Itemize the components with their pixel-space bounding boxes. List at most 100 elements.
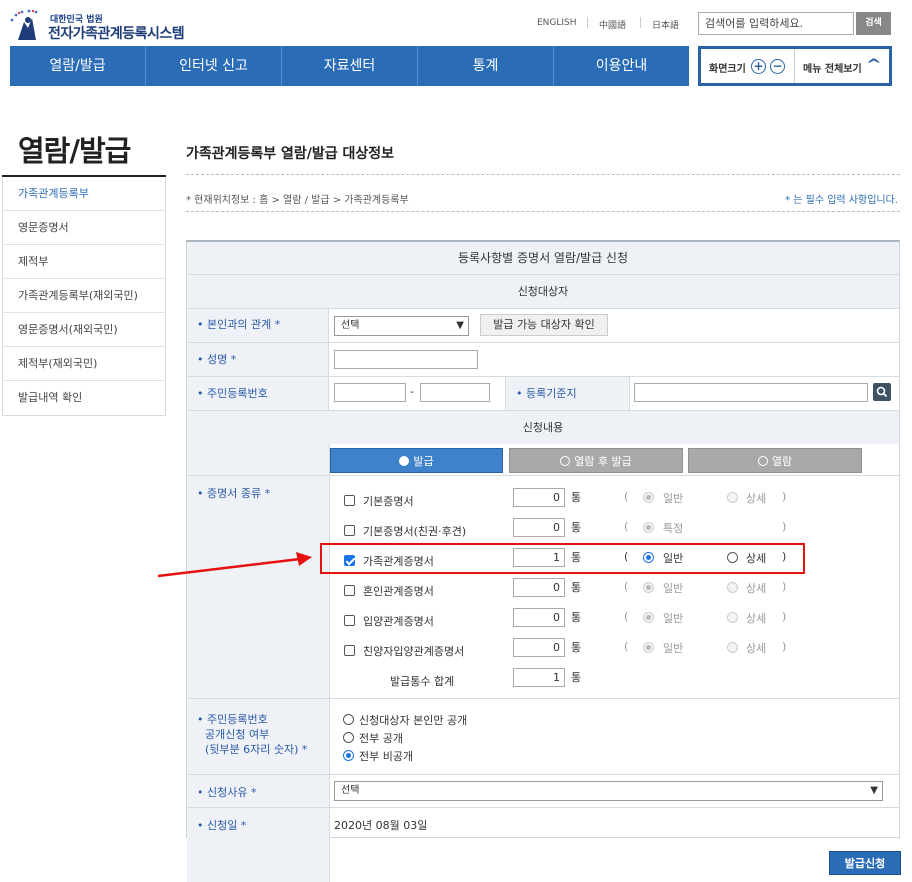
nav-usage-guide[interactable]: 이용안내: [554, 46, 689, 86]
disclosure-all-radio[interactable]: [343, 732, 354, 743]
relation-label: • 본인과의 관계 *: [197, 318, 281, 331]
total-label: 발급통수 합계: [390, 675, 455, 688]
name-label: • 성명 *: [197, 353, 237, 366]
sidebar-title: 열람/발급: [18, 134, 131, 168]
search-button[interactable]: 검색: [856, 12, 891, 35]
lang-english[interactable]: ENGLISH: [537, 18, 577, 28]
option-label: 일반: [663, 642, 684, 655]
tab-issue[interactable]: 발급: [330, 448, 503, 473]
cert-checkbox[interactable]: [344, 645, 355, 656]
sidebar-item-removed-register[interactable]: 제적부: [3, 245, 165, 279]
zoom-out-button[interactable]: −: [770, 59, 785, 74]
search-input[interactable]: 검색어를 입력하세요.: [698, 12, 854, 35]
cell-divider: [328, 308, 329, 410]
cert-checkbox[interactable]: [344, 585, 355, 596]
cert-count-input[interactable]: 0: [513, 638, 565, 657]
option-specific-radio[interactable]: [643, 522, 654, 533]
option-label: 상세: [746, 582, 767, 595]
paren: ): [782, 580, 787, 593]
tab-view-then-issue[interactable]: 열람 후 발급: [509, 448, 683, 473]
option-normal-radio[interactable]: [643, 582, 654, 593]
rrn-front-input[interactable]: [334, 383, 406, 402]
utility-box: 화면크기 + − 메뉴 전체보기 ^: [698, 46, 892, 86]
paren: ): [782, 490, 787, 503]
sidebar-item-issue-history[interactable]: 발급내역 확인: [3, 381, 165, 415]
arrow-icon: [157, 552, 312, 578]
cert-name: 입양관계증명서: [363, 615, 434, 628]
sidebar: 가족관계등록부 영문증명서 제적부 가족관계등록부(재외국민) 영문증명서(재외…: [2, 177, 166, 416]
rrn-back-input[interactable]: [420, 383, 490, 402]
highlight-box: [320, 543, 805, 574]
disclosure-self-only-radio[interactable]: [343, 714, 354, 725]
total-count: 1: [513, 668, 565, 687]
unit-label: 통: [571, 611, 582, 624]
chevron-up-icon[interactable]: ^: [866, 57, 882, 73]
option-label: 상세: [746, 492, 767, 505]
option-label: 상세: [746, 612, 767, 625]
radio-icon: [399, 456, 410, 466]
cert-count-input[interactable]: 0: [513, 608, 565, 627]
zoom-label: 화면크기: [709, 64, 746, 75]
check-eligible-button[interactable]: 발급 가능 대상자 확인: [480, 314, 608, 336]
logo[interactable]: 대한민국 법원 전자가족관계등록시스템: [8, 8, 188, 42]
cert-count-input[interactable]: 0: [513, 518, 565, 537]
cert-count-input[interactable]: 0: [513, 488, 565, 507]
sidebar-item-english-cert[interactable]: 영문증명서: [3, 211, 165, 245]
option-detail-radio[interactable]: [727, 612, 738, 623]
nav-view-issue[interactable]: 열람/발급: [10, 46, 146, 86]
disclosure-option: 신청대상자 본인만 공개: [359, 714, 468, 727]
logo-title: 전자가족관계등록시스템: [48, 26, 185, 42]
breadcrumb-divider: [186, 211, 900, 212]
breadcrumb: * 현재위치정보 : 홈 > 열람 / 발급 > 가족관계등록부: [186, 195, 409, 206]
date-label: • 신청일 *: [197, 819, 247, 832]
application-form: 등록사항별 증명서 열람/발급 신청 신청대상자 • 본인과의 관계 * 선택 …: [186, 240, 900, 882]
unit-label: 통: [571, 671, 582, 684]
sidebar-item-family-register[interactable]: 가족관계등록부: [3, 177, 165, 211]
nav-internet-report[interactable]: 인터넷 신고: [146, 46, 282, 86]
cert-count-input[interactable]: 0: [513, 578, 565, 597]
nav-statistics[interactable]: 통계: [418, 46, 554, 86]
section-content-header: 신청내용: [187, 411, 899, 444]
option-normal-radio[interactable]: [643, 642, 654, 653]
menu-all-button[interactable]: 메뉴 전체보기: [803, 60, 862, 75]
reason-select[interactable]: 선택 ▼: [334, 781, 883, 801]
radio-icon: [560, 456, 571, 466]
disclosure-option: 전부 비공개: [359, 750, 414, 763]
option-detail-radio[interactable]: [727, 582, 738, 593]
chevron-down-icon: ▼: [870, 785, 878, 796]
rrn-separator: -: [410, 385, 414, 398]
cert-name: 기본증명서(친권·후견): [363, 525, 467, 538]
tab-view-then-issue-label: 열람 후 발급: [574, 455, 632, 468]
sidebar-item-english-cert-overseas[interactable]: 영문증명서(재외국민): [3, 313, 165, 347]
base-input[interactable]: [634, 383, 868, 402]
row-divider: [187, 475, 899, 476]
nav-resource-center[interactable]: 자료센터: [282, 46, 418, 86]
name-input[interactable]: [334, 350, 478, 369]
disclosure-none-radio[interactable]: [343, 750, 354, 761]
paren: ): [782, 520, 787, 533]
submit-issue-button[interactable]: 발급신청: [829, 851, 901, 875]
sidebar-item-family-register-overseas[interactable]: 가족관계등록부(재외국민): [3, 279, 165, 313]
unit-label: 통: [571, 491, 582, 504]
tab-view[interactable]: 열람: [688, 448, 862, 473]
lang-japanese[interactable]: 日本語: [652, 18, 679, 31]
search-address-button[interactable]: [873, 383, 891, 401]
zoom-in-button[interactable]: +: [751, 59, 766, 74]
cert-checkbox[interactable]: [344, 615, 355, 626]
relation-select[interactable]: 선택 ▼: [334, 316, 469, 336]
option-normal-radio[interactable]: [643, 492, 654, 503]
main-nav: 열람/발급 인터넷 신고 자료센터 통계 이용안내: [10, 46, 689, 86]
option-detail-radio[interactable]: [727, 642, 738, 653]
chevron-down-icon: ▼: [456, 320, 464, 331]
option-normal-radio[interactable]: [643, 612, 654, 623]
option-label: 특정: [663, 522, 684, 535]
disclosure-label: 공개신청 여부: [205, 728, 270, 741]
lang-chinese[interactable]: 中國語: [599, 18, 626, 31]
cert-checkbox[interactable]: [344, 525, 355, 536]
cert-name: 기본증명서: [363, 495, 414, 508]
cert-checkbox[interactable]: [344, 495, 355, 506]
sidebar-item-removed-register-overseas[interactable]: 제적부(재외국민): [3, 347, 165, 381]
option-detail-radio[interactable]: [727, 492, 738, 503]
relation-select-value: 선택: [341, 320, 360, 331]
cell-divider: [329, 774, 330, 838]
